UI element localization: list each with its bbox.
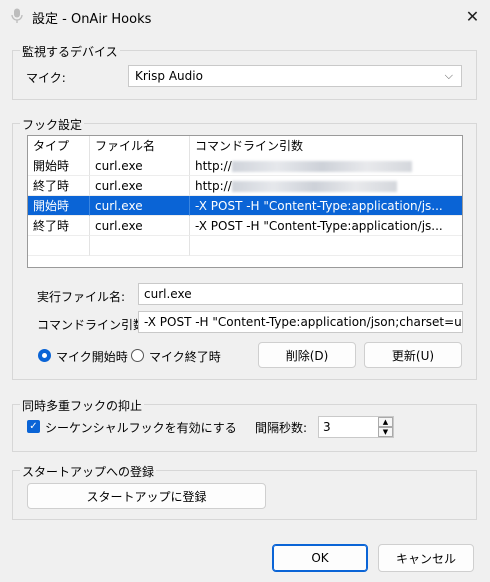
table-row-1-file[interactable]: curl.exe — [90, 156, 190, 176]
column-header-type[interactable]: タイプ — [28, 136, 90, 156]
column-header-file[interactable]: ファイル名 — [90, 136, 190, 156]
spin-down-icon[interactable]: ▼ — [378, 427, 393, 437]
device-group-label: 監視するデバイス — [20, 43, 120, 60]
spin-up-icon[interactable]: ▲ — [378, 417, 393, 427]
cancel-button[interactable]: キャンセル — [378, 544, 474, 572]
table-row-1-type[interactable]: 開始時 — [28, 156, 90, 176]
table-row-3-args[interactable]: -X POST -H "Content-Type:application/js.… — [190, 196, 462, 216]
close-icon: ✕ — [465, 6, 480, 26]
table-row-2-args[interactable]: http:// — [190, 176, 462, 196]
table-row-2-args-text: http:// — [195, 179, 232, 193]
redacted-url — [231, 161, 412, 172]
mic-select[interactable]: Krisp Audio ⌵ — [128, 65, 462, 87]
title-bar: 設定 - OnAir Hooks ✕ — [0, 0, 490, 32]
table-row-4-type[interactable]: 終了時 — [28, 216, 90, 236]
mic-select-value: Krisp Audio — [135, 69, 203, 83]
microphone-icon — [11, 8, 23, 23]
update-button[interactable]: 更新(U) — [364, 342, 462, 368]
register-startup-button[interactable]: スタートアップに登録 — [27, 483, 266, 509]
mic-label: マイク: — [26, 71, 66, 85]
interval-label: 間隔秒数: — [255, 421, 308, 435]
delete-button[interactable]: 削除(D) — [258, 342, 356, 368]
table-row-2-file[interactable]: curl.exe — [90, 176, 190, 196]
radio-mic-start-label[interactable]: マイク開始時 — [56, 348, 128, 365]
exe-label: 実行ファイル名: — [37, 290, 126, 304]
column-header-args[interactable]: コマンドライン引数 — [190, 136, 462, 156]
hooks-table[interactable]: タイプ ファイル名 コマンドライン引数 開始時 curl.exe http://… — [27, 135, 463, 268]
radio-mic-start[interactable] — [38, 349, 51, 362]
table-row-1-args[interactable]: http:// — [190, 156, 462, 176]
radio-mic-end[interactable] — [131, 349, 144, 362]
window-title: 設定 - OnAir Hooks — [32, 12, 152, 27]
hooks-group-label: フック設定 — [20, 116, 85, 133]
ok-button[interactable]: OK — [272, 544, 368, 572]
table-row-empty — [90, 236, 190, 256]
table-row-4-args[interactable]: -X POST -H "Content-Type:application/js.… — [190, 216, 462, 236]
exe-input[interactable]: curl.exe — [138, 283, 463, 305]
args-input[interactable]: -X POST -H "Content-Type:application/jso… — [138, 311, 463, 333]
radio-mic-end-label[interactable]: マイク終了時 — [149, 348, 221, 365]
suppress-group-label: 同時多重フックの抑止 — [20, 397, 145, 414]
interval-spinner[interactable]: 3 ▲ ▼ — [318, 416, 394, 438]
table-row-3-file[interactable]: curl.exe — [90, 196, 190, 216]
redacted-url — [231, 181, 397, 192]
table-row-empty — [28, 236, 90, 256]
table-row-empty — [190, 236, 462, 256]
table-row-1-args-text: http:// — [195, 159, 232, 173]
chevron-down-icon: ⌵ — [444, 69, 453, 82]
close-button[interactable]: ✕ — [455, 0, 490, 32]
sequential-checkbox[interactable]: ✓ — [27, 420, 40, 433]
startup-group-label: スタートアップへの登録 — [20, 463, 157, 480]
interval-value: 3 — [323, 420, 331, 434]
table-row-4-file[interactable]: curl.exe — [90, 216, 190, 236]
sequential-label[interactable]: シーケンシャルフックを有効にする — [45, 419, 237, 436]
check-icon: ✓ — [29, 420, 38, 432]
table-row-3-type[interactable]: 開始時 — [28, 196, 90, 216]
table-row-2-type[interactable]: 終了時 — [28, 176, 90, 196]
args-label: コマンドライン引数: — [37, 318, 150, 332]
